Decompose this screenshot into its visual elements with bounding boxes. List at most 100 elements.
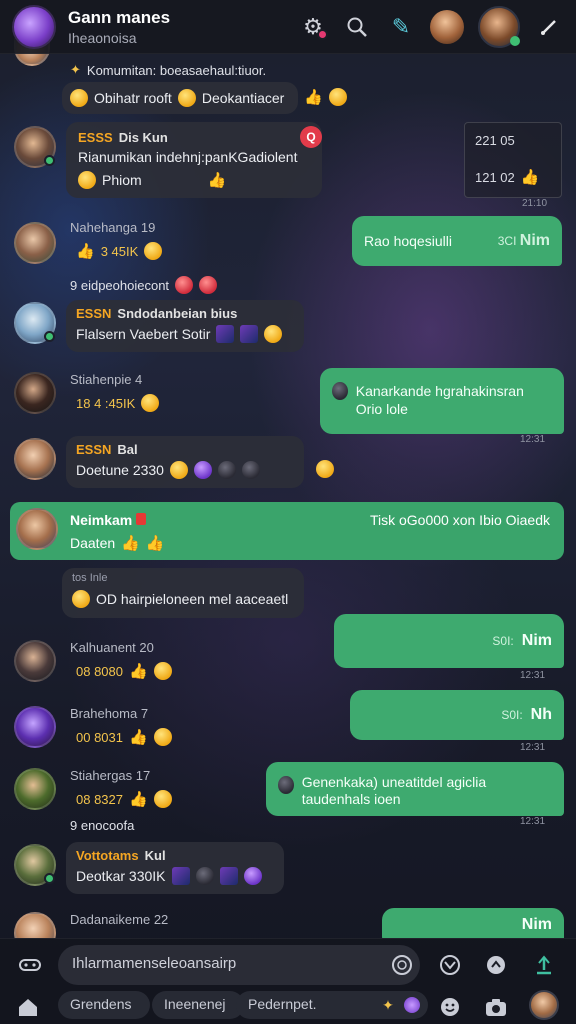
outgoing-bubble[interactable]: Genenkaka) uneatitdel agiclia taudenhals… [266,762,564,816]
outgoing-bubble[interactable]: Nim [382,908,564,938]
outgoing-bubble[interactable]: Kanarkande hgrahakinsran Orio lole [320,368,564,434]
smile-icon[interactable] [434,991,466,1023]
profile-avatar[interactable] [528,989,560,1021]
message-pair: Kalhuanent 20 08 8080 👍 S0I: Nim 12:31 [0,612,576,684]
sender-name: ESSN Bal [76,442,138,457]
laugh-emoji-icon[interactable] [316,460,334,478]
thumbs-up-icon: 👍 [76,243,95,260]
outgoing-bubble[interactable]: Rao hoqesiulli 3CI Nim [352,216,562,266]
avatar[interactable] [14,302,56,344]
message-bubble[interactable]: ESSS Dis Kun Rianumikan indehnj:panKGadio… [66,122,322,198]
group-title: Gann manes [68,7,171,27]
send-icon[interactable] [528,949,560,981]
sender-name: Dadanaikeme 22 [70,912,169,927]
message-bubble[interactable]: tos Inle OD hairpieloneen mel aaceaetl [62,568,304,618]
link-icon[interactable]: ✎ [386,12,416,42]
flag-icon [136,513,147,525]
heart-emoji-icon [175,276,194,294]
notification-dot [317,28,328,40]
message-incoming: ESSN Sndodanbeian bius Flalsern Vaebert S… [0,298,576,360]
message-input[interactable]: Ihlarmamenseleoansairp [58,945,420,985]
group-avatar[interactable] [12,4,56,49]
avatar[interactable] [14,844,56,886]
message-text: Flalsern Vaebert Sotir [76,325,294,343]
home-icon[interactable] [12,991,44,1023]
emoji-picker-icon[interactable] [386,949,418,981]
reaction-row[interactable]: 👍 3 45IK [76,242,163,260]
thumbs-up-icon: 👍 [129,663,148,680]
laugh-emoji-icon [153,662,172,680]
grin-emoji-icon [177,89,196,107]
edit-icon[interactable] [534,12,564,42]
reaction-row[interactable]: 18 4 :45IK [76,394,160,412]
online-indicator [510,35,520,46]
message-bubble[interactable]: Vottotams Kul Deotkar 330IK [66,842,284,894]
avatar[interactable] [14,126,56,168]
group-subtitle: Iheaonoisa [68,29,137,46]
laugh-emoji-icon [153,728,172,746]
message-right-text: Tisk oGo000 xon Ibio Oiaedk [369,512,550,528]
sender-name: ESSN Sndodanbeian bius [76,306,238,321]
gamepad-icon[interactable] [14,949,46,981]
avatar-mini-icon [278,776,294,794]
message-forwarded: tos Inle OD hairpieloneen mel aaceaetl [0,566,576,618]
laugh-emoji-icon [328,88,347,106]
avatar[interactable] [14,768,56,810]
gear-icon[interactable]: ⚙ [298,12,328,42]
outgoing-bubble[interactable]: S0I: Nim [334,614,564,668]
title-block[interactable]: Gann manes Iheaonoisa [68,8,298,46]
avatar[interactable] [14,912,56,938]
avatar[interactable] [14,438,56,480]
quoted-preview[interactable]: 221 05 121 02 👍 [464,122,562,198]
sender-name: Nahehanga 19 [70,220,156,235]
reaction-icons[interactable]: 👍 [304,88,347,106]
timestamp: 12:31 [520,742,546,753]
avatar[interactable] [14,640,56,682]
timestamp: 12:31 [520,816,546,827]
quick-reply-chip[interactable]: Grendens [58,991,150,1019]
avatar[interactable] [14,372,56,414]
online-indicator [44,873,55,884]
reaction-row[interactable]: 00 8031 👍 [76,728,172,746]
quick-reply-chip[interactable]: Ineenenej [152,991,244,1019]
badge-icon[interactable] [396,989,428,1021]
message-pair: Nahehanga 19 👍 3 45IK Rao hoqesiulli 3CI … [0,214,576,278]
sender-name: Vottotams Kul [76,848,166,863]
search-icon[interactable] [342,12,372,42]
reply-badge[interactable]: Q [300,126,322,148]
message-incoming: Vottotams Kul Deotkar 330IK [0,840,576,898]
smile-emoji-icon [72,590,90,608]
thumbs-up-icon: 👍 [145,535,165,552]
highlighted-message[interactable]: Neimkam Daaten 👍 👍 Tisk oGo000 xon Ibio Oi… [10,502,564,560]
bomb-emoji-icon [217,461,236,479]
avatar[interactable] [14,706,56,748]
message-incoming: ESSS Dis Kun Rianumikan indehnj:panKGadio… [0,118,576,214]
heart-emoji-icon [199,276,218,294]
outgoing-bubble[interactable]: S0I: Nh [350,690,564,740]
thumbs-up-icon: 👍 [304,89,323,106]
message-bubble[interactable]: ESSN Bal Doetune 2330 [66,436,304,488]
message-pair: Brahehoma 7 00 8031 👍 S0I: Nh 12:31 [0,686,576,753]
chat-header: Gann manes Iheaonoisa ⚙ ✎ [0,0,576,54]
coin-emoji-icon [169,461,188,479]
reaction-row[interactable]: 08 8327 👍 [76,790,172,808]
camera-icon[interactable] [480,991,512,1023]
participant-avatar[interactable] [430,9,464,44]
sticker-icon[interactable] [434,949,466,981]
avatar[interactable] [14,222,56,264]
game-icon [240,325,259,343]
thumbs-up-icon: 👍 [129,729,148,746]
laugh-emoji-icon [153,790,172,808]
profile-avatar[interactable] [478,5,520,48]
caption: ✦ Komumitan: boeasaehaul:tiuor. [70,62,267,78]
game-icon [171,867,190,885]
timestamp: 12:31 [520,670,546,681]
sender-name: Stiahergas 17 [70,768,151,783]
gift-icon[interactable] [480,949,512,981]
avatar-mini-icon [332,382,348,400]
reaction-bubble[interactable]: Obihatr rooft Deokantiacer [62,82,298,114]
bomb-emoji-icon [241,461,260,479]
reaction-row[interactable]: 08 8080 👍 [76,662,172,680]
thumbs-up-icon: 👍 [207,172,227,189]
message-bubble[interactable]: ESSN Sndodanbeian bius Flalsern Vaebert S… [66,300,304,352]
